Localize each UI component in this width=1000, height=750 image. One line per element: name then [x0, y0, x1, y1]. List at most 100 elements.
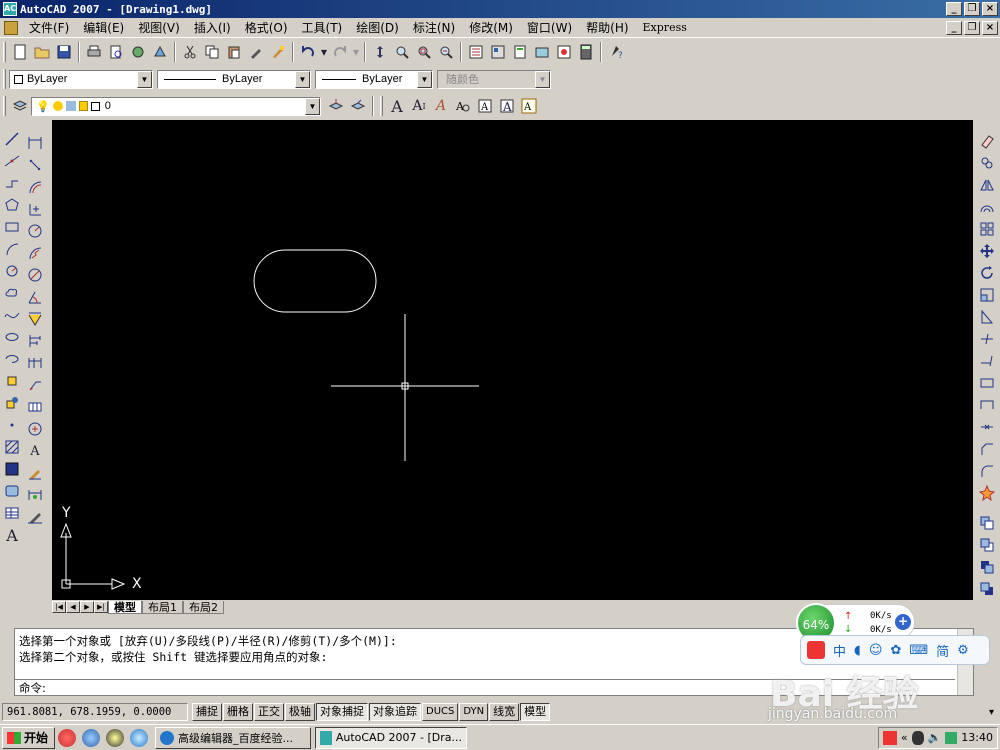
diameter-dimension-icon[interactable] — [24, 264, 46, 286]
ie-icon[interactable] — [130, 728, 149, 747]
coordinate-readout[interactable]: 961.8081, 678.1959, 0.0000 — [2, 703, 188, 721]
ime-mode[interactable]: 简 — [936, 641, 949, 660]
copy-object-icon[interactable] — [976, 152, 998, 174]
last-tab-button[interactable]: ▶| — [94, 601, 108, 613]
linetype-control[interactable]: ByLayer ▼ — [157, 69, 311, 89]
zoom-previous-icon[interactable] — [435, 41, 457, 63]
chevron-down-icon[interactable]: ▼ — [417, 70, 432, 88]
close-button[interactable]: × — [982, 2, 998, 16]
sogou-tray-icon[interactable] — [882, 730, 897, 745]
start-button[interactable]: 开始 — [2, 726, 56, 749]
settings-gear-icon[interactable]: ⚙ — [957, 643, 969, 658]
match-properties-icon[interactable] — [245, 41, 267, 63]
menu-file[interactable]: 文件(F) — [22, 19, 76, 36]
save-icon[interactable] — [53, 41, 75, 63]
mtext-icon[interactable]: AI — [408, 95, 430, 117]
dimension-style-icon[interactable] — [24, 506, 46, 528]
quicklaunch-app-icon[interactable] — [58, 728, 77, 747]
lineweight-control[interactable]: ByLayer ▼ — [315, 69, 433, 89]
dimension-text-edit-icon[interactable] — [24, 462, 46, 484]
toolbar-grip[interactable] — [380, 96, 383, 116]
plot-icon[interactable] — [83, 41, 105, 63]
move-icon[interactable] — [976, 240, 998, 262]
task-autocad[interactable]: AutoCAD 2007 - [Dra... — [315, 726, 468, 749]
draworder-under-icon[interactable] — [976, 578, 998, 600]
construction-line-icon[interactable] — [1, 150, 23, 172]
clock[interactable]: 13:40 — [961, 731, 993, 744]
rectangle-icon[interactable] — [1, 216, 23, 238]
dyn-toggle[interactable]: DYN — [459, 703, 489, 721]
quick-leader-icon[interactable] — [24, 374, 46, 396]
model-toggle[interactable]: 模型 — [520, 703, 551, 721]
draworder-front-icon[interactable] — [976, 512, 998, 534]
paste-icon[interactable] — [223, 41, 245, 63]
text-icon[interactable]: A — [386, 95, 408, 117]
document-icon[interactable] — [4, 20, 18, 35]
add-icon[interactable]: + — [895, 614, 911, 630]
fillet-icon[interactable] — [976, 460, 998, 482]
center-mark-icon[interactable] — [24, 418, 46, 440]
tab-layout1[interactable]: 布局1 — [142, 600, 183, 614]
design-center-icon[interactable] — [487, 41, 509, 63]
join-icon[interactable] — [976, 416, 998, 438]
edit-text-icon[interactable]: A — [430, 95, 452, 117]
trim-icon[interactable] — [976, 328, 998, 350]
keyboard-icon[interactable]: ⌨ — [909, 643, 928, 658]
plot-preview-icon[interactable] — [105, 41, 127, 63]
chamfer-icon[interactable] — [976, 438, 998, 460]
menu-draw[interactable]: 绘图(D) — [349, 19, 406, 36]
scale-icon[interactable] — [976, 284, 998, 306]
minimize-button[interactable]: _ — [946, 2, 962, 16]
break-icon[interactable] — [976, 394, 998, 416]
dimension-edit-icon[interactable]: A — [24, 440, 46, 462]
chevron-down-icon[interactable]: ▼ — [305, 97, 320, 115]
redo-icon[interactable] — [329, 41, 351, 63]
scaletext-icon[interactable]: A — [518, 95, 540, 117]
color-control[interactable]: ByLayer ▼ — [9, 69, 153, 89]
ortho-toggle[interactable]: 正交 — [254, 703, 284, 721]
autocad-app-icon[interactable]: AC — [3, 2, 17, 16]
prev-tab-button[interactable]: ◀ — [66, 601, 80, 613]
menu-modify[interactable]: 修改(M) — [462, 19, 520, 36]
task-browser[interactable]: 高级编辑器_百度经验... — [155, 726, 312, 749]
drawing-canvas[interactable]: Y X — [52, 120, 973, 600]
publish-icon[interactable] — [127, 41, 149, 63]
table-icon[interactable] — [1, 502, 23, 524]
offset-icon[interactable] — [976, 196, 998, 218]
menu-view[interactable]: 视图(V) — [131, 19, 187, 36]
mirror-icon[interactable] — [976, 174, 998, 196]
ordinate-dimension-icon[interactable] — [24, 198, 46, 220]
markup-icon[interactable] — [553, 41, 575, 63]
3d-dwf-icon[interactable] — [149, 41, 171, 63]
make-object-layer-current-icon[interactable] — [325, 95, 347, 117]
menu-express[interactable]: Express — [636, 21, 694, 34]
angular-dimension-icon[interactable] — [24, 286, 46, 308]
arc-length-icon[interactable] — [24, 176, 46, 198]
aligned-dimension-icon[interactable] — [24, 154, 46, 176]
layer-control[interactable]: 💡 0 ▼ — [31, 96, 321, 116]
sheet-set-icon[interactable] — [531, 41, 553, 63]
baseline-dimension-icon[interactable] — [24, 330, 46, 352]
zoom-window-icon[interactable] — [413, 41, 435, 63]
help-icon[interactable]: ? — [605, 41, 627, 63]
menu-dimension[interactable]: 标注(N) — [406, 19, 462, 36]
chevron-down-icon[interactable]: ▼ — [137, 70, 152, 88]
find-icon[interactable]: A — [452, 95, 474, 117]
menu-format[interactable]: 格式(O) — [238, 19, 295, 36]
tool-palettes-icon[interactable] — [509, 41, 531, 63]
tab-layout2[interactable]: 布局2 — [183, 600, 224, 614]
revision-cloud-icon[interactable] — [1, 282, 23, 304]
gradient-icon[interactable] — [1, 458, 23, 480]
skin-icon[interactable]: ✿ — [890, 643, 901, 658]
circle-icon[interactable] — [1, 260, 23, 282]
ime-toolbar[interactable]: 中 ◖ ☺ ✿ ⌨ 简 ⚙ — [800, 635, 990, 665]
ellipse-arc-icon[interactable] — [1, 348, 23, 370]
hatch-icon[interactable] — [1, 436, 23, 458]
cut-icon[interactable] — [179, 41, 201, 63]
draworder-above-icon[interactable] — [976, 556, 998, 578]
grid-toggle[interactable]: 栅格 — [223, 703, 253, 721]
jogged-dimension-icon[interactable] — [24, 242, 46, 264]
emoji-icon[interactable]: ☺ — [869, 643, 883, 658]
network-tray-icon[interactable] — [945, 731, 958, 744]
undo-dropdown-icon[interactable]: ▾ — [319, 41, 329, 63]
